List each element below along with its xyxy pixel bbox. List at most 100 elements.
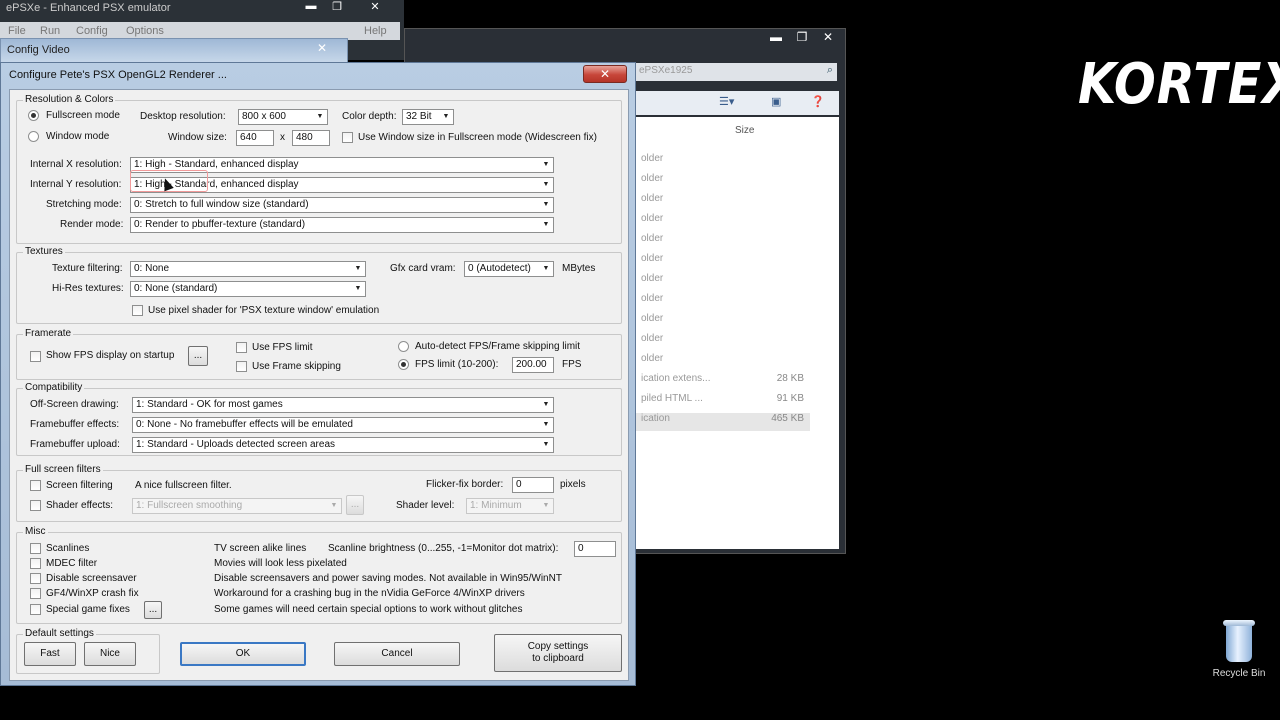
- auto-detect-fps-radio[interactable]: [398, 341, 409, 352]
- show-fps-checkbox[interactable]: [30, 351, 41, 362]
- disable-screensaver-label: Disable screensaver: [46, 573, 137, 584]
- list-item[interactable]: older: [635, 193, 810, 211]
- chevron-down-icon: ▼: [539, 158, 553, 172]
- configure-renderer-dialog: Configure Pete's PSX OpenGL2 Renderer ..…: [0, 62, 636, 686]
- menu-run[interactable]: Run: [40, 25, 60, 37]
- dialog-client: Resolution & Colors Fullscreen mode Desk…: [9, 89, 629, 681]
- maximize-icon[interactable]: ❐: [324, 0, 350, 16]
- gfx-vram-label: Gfx card vram:: [390, 263, 456, 274]
- color-depth-label: Color depth:: [342, 111, 397, 122]
- fast-button[interactable]: Fast: [24, 642, 76, 666]
- stretching-select[interactable]: 0: Stretch to full window size (standard…: [130, 197, 554, 213]
- close-icon[interactable]: ✕: [350, 0, 400, 16]
- window-height-input[interactable]: 480: [292, 130, 330, 146]
- screen-filtering-checkbox[interactable]: [30, 480, 41, 491]
- cancel-button[interactable]: Cancel: [334, 642, 460, 666]
- list-item[interactable]: piled HTML ... 91 KB: [635, 393, 810, 411]
- color-depth-select[interactable]: 32 Bit ▼: [402, 109, 454, 125]
- menu-config[interactable]: Config: [76, 25, 108, 37]
- fps-limit-input[interactable]: 200.00: [512, 357, 554, 373]
- render-mode-select[interactable]: 0: Render to pbuffer-texture (standard) ▼: [130, 217, 554, 233]
- column-size[interactable]: Size: [735, 125, 754, 136]
- help-icon[interactable]: ❓: [811, 95, 825, 108]
- scanlines-desc: TV screen alike lines: [214, 543, 307, 554]
- recycle-bin[interactable]: Recycle Bin: [1204, 620, 1274, 679]
- fullscreen-mode-label: Fullscreen mode: [46, 110, 120, 121]
- list-item[interactable]: older: [635, 233, 810, 251]
- fps-limit-radio[interactable]: [398, 359, 409, 370]
- menu-options[interactable]: Options: [126, 25, 164, 37]
- ok-button[interactable]: OK: [180, 642, 306, 666]
- special-fixes-checkbox[interactable]: [30, 604, 41, 615]
- minimize-icon[interactable]: ▬: [763, 29, 789, 47]
- screen-filtering-label: Screen filtering: [46, 480, 113, 491]
- copy-settings-button[interactable]: Copy settings to clipboard: [494, 634, 622, 672]
- recycle-bin-icon: [1222, 620, 1256, 662]
- list-item[interactable]: ication 465 KB: [635, 413, 810, 431]
- fullscreen-mode-radio[interactable]: [28, 110, 39, 121]
- use-window-size-checkbox[interactable]: [342, 132, 353, 143]
- texture-filtering-select[interactable]: 0: None ▼: [130, 261, 366, 277]
- pixel-shader-label: Use pixel shader for 'PSX texture window…: [148, 305, 380, 316]
- preview-pane-icon[interactable]: ▣: [771, 95, 781, 108]
- list-item[interactable]: older: [635, 353, 810, 371]
- close-icon[interactable]: ✕: [815, 29, 841, 47]
- auto-detect-fps-label: Auto-detect FPS/Frame skipping limit: [415, 341, 581, 352]
- mdec-filter-checkbox[interactable]: [30, 558, 41, 569]
- fb-upload-label: Framebuffer upload:: [30, 439, 120, 450]
- close-icon[interactable]: ✕: [317, 41, 327, 55]
- disable-screensaver-checkbox[interactable]: [30, 573, 41, 584]
- list-item[interactable]: older: [635, 333, 810, 351]
- fb-upload-select[interactable]: 1: Standard - Uploads detected screen ar…: [132, 437, 554, 453]
- config-video-window: Config Video ✕: [0, 38, 348, 64]
- use-window-size-label: Use Window size in Fullscreen mode (Wide…: [358, 132, 597, 143]
- list-item[interactable]: older: [635, 173, 810, 191]
- gf4-crash-fix-label: GF4/WinXP crash fix: [46, 588, 139, 599]
- scanline-brightness-input[interactable]: 0: [574, 541, 616, 557]
- scanlines-checkbox[interactable]: [30, 543, 41, 554]
- list-item[interactable]: older: [635, 253, 810, 271]
- group-label: Misc: [23, 526, 48, 537]
- close-button[interactable]: ✕: [583, 65, 627, 83]
- list-item[interactable]: older: [635, 213, 810, 231]
- desktop-resolution-select[interactable]: 800 x 600 ▼: [238, 109, 328, 125]
- explorer-search-box[interactable]: ePSXe1925 ⌕: [635, 63, 837, 81]
- shader-effects-select[interactable]: 1: Fullscreen smoothing ▼: [132, 498, 342, 514]
- disable-screensaver-desc: Disable screensavers and power saving mo…: [214, 573, 562, 584]
- render-mode-label: Render mode:: [60, 219, 124, 230]
- chevron-down-icon: ▼: [351, 282, 365, 296]
- gfx-vram-select[interactable]: 0 (Autodetect) ▼: [464, 261, 554, 277]
- pixel-shader-checkbox[interactable]: [132, 305, 143, 316]
- menu-file[interactable]: File: [8, 25, 26, 37]
- special-fixes-button[interactable]: ...: [144, 601, 162, 619]
- use-fps-limit-checkbox[interactable]: [236, 342, 247, 353]
- list-item[interactable]: older: [635, 153, 810, 171]
- window-mode-label: Window mode: [46, 131, 110, 142]
- fps-options-button[interactable]: ...: [188, 346, 208, 366]
- flicker-fix-input[interactable]: 0: [512, 477, 554, 493]
- maximize-icon[interactable]: ❐: [789, 29, 815, 47]
- list-item[interactable]: older: [635, 273, 810, 291]
- nice-button[interactable]: Nice: [84, 642, 136, 666]
- frame-skipping-checkbox[interactable]: [236, 361, 247, 372]
- search-icon[interactable]: ⌕: [827, 64, 833, 77]
- shader-level-select[interactable]: 1: Minimum ▼: [466, 498, 554, 514]
- chevron-down-icon: ▼: [539, 499, 553, 513]
- minimize-icon[interactable]: ▬: [298, 0, 324, 16]
- window-mode-radio[interactable]: [28, 131, 39, 142]
- view-options-icon[interactable]: ☰▾: [719, 95, 734, 108]
- kortex-logo: KORTEX: [1078, 52, 1280, 117]
- shader-options-button[interactable]: ...: [346, 495, 364, 515]
- menu-help[interactable]: Help: [364, 25, 387, 37]
- window-width-input[interactable]: 640: [236, 130, 274, 146]
- list-item[interactable]: ication extens... 28 KB: [635, 373, 810, 391]
- fb-effects-select[interactable]: 0: None - No framebuffer effects will be…: [132, 417, 554, 433]
- special-fixes-label: Special game fixes: [46, 604, 130, 615]
- list-item[interactable]: older: [635, 313, 810, 331]
- hires-textures-select[interactable]: 0: None (standard) ▼: [130, 281, 366, 297]
- list-item[interactable]: older: [635, 293, 810, 311]
- chevron-down-icon: ▼: [313, 110, 327, 124]
- offscreen-select[interactable]: 1: Standard - OK for most games ▼: [132, 397, 554, 413]
- shader-effects-checkbox[interactable]: [30, 500, 41, 511]
- gf4-crash-fix-checkbox[interactable]: [30, 588, 41, 599]
